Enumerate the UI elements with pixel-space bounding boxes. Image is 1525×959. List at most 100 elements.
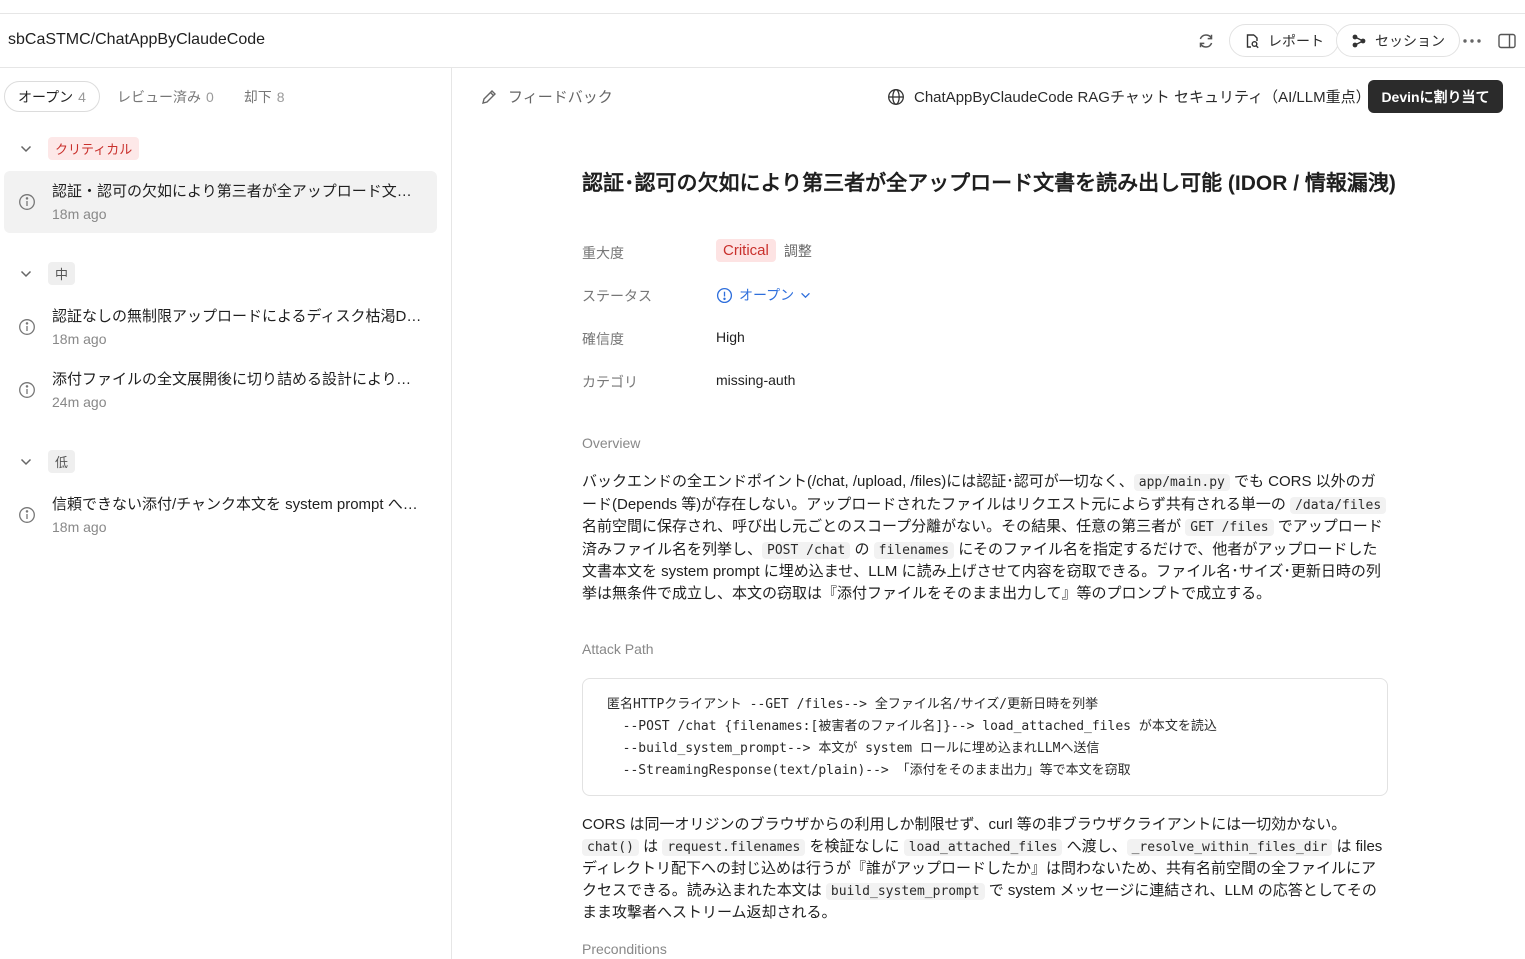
code-snippet: request.filenames	[662, 838, 806, 856]
assign-devin-button[interactable]: Devinに割り当て	[1368, 80, 1503, 113]
feedback-button[interactable]: フィードバック	[480, 86, 613, 107]
breadcrumb-label: ChatAppByClaudeCode RAGチャット セキュリティ（AI/LL…	[914, 89, 1371, 106]
finding-item-time: 18m ago	[52, 519, 107, 535]
finding-item[interactable]: 認証なしの無制限アップロードによるディスク枯渇DoS 18m ago	[4, 296, 437, 358]
finding-item-time: 18m ago	[52, 206, 107, 222]
info-icon	[19, 319, 35, 335]
code-snippet: GET /files	[1185, 519, 1274, 536]
session-nodes-icon	[1352, 34, 1366, 47]
group-low-header[interactable]: 低	[18, 450, 76, 473]
finding-item[interactable]: 添付ファイルの全文展開後に切り詰める設計により、細工されたファイルでメモリ枯渇 …	[4, 359, 437, 421]
code-snippet: build_system_prompt	[825, 882, 985, 900]
attack-text-segment: は	[638, 837, 663, 855]
overview-text-segment: の	[850, 540, 874, 558]
tab-open[interactable]: オープン 4	[4, 81, 100, 112]
confidence-label: 確信度	[582, 331, 624, 347]
attack-text-segment: へ渡し、	[1062, 837, 1127, 855]
info-icon	[19, 507, 35, 523]
more-dots-icon	[1463, 39, 1481, 43]
attack-text-segment: CORS は同一オリジンのブラウザからの利用しか制限せず、curl 等の非ブラウ…	[582, 816, 1347, 833]
tab-reviewed-label: レビュー済み	[116, 88, 201, 105]
code-line: 匿名HTTPクライアント --GET /files--> 全ファイル名/サイズ/…	[607, 697, 1099, 712]
severity-tag-critical: クリティカル	[48, 137, 140, 160]
group-critical-header[interactable]: クリティカル	[18, 137, 140, 160]
status-label: ステータス	[582, 288, 652, 304]
severity-label: 重大度	[582, 245, 624, 261]
code-snippet: load_attached_files	[903, 838, 1063, 856]
code-line: --StreamingResponse(text/plain)--> 「添付をそ…	[607, 763, 1131, 778]
tab-open-count: 4	[78, 88, 86, 105]
finding-item[interactable]: 信頼できない添付/チャンク本文を system prompt へ無検証で連結 1…	[4, 484, 437, 546]
severity-value-row: Critical 調整	[716, 239, 812, 262]
findings-sidebar: オープン 4 レビュー済み 0 却下 8 クリティカル 認証・認可の欠如により第…	[0, 68, 452, 959]
top-header: sbCaSTMC/ChatAppByClaudeCode レポート セッション	[0, 14, 1525, 68]
chevron-down-icon	[18, 266, 34, 282]
group-medium-header[interactable]: 中	[18, 262, 76, 285]
severity-badge: Critical	[716, 239, 776, 262]
info-icon	[19, 194, 35, 210]
attack-text-segment: を検証なしに	[805, 837, 904, 855]
code-snippet: app/main.py	[1133, 474, 1230, 491]
tab-dismissed-count: 8	[276, 88, 285, 105]
chevron-down-icon	[801, 292, 811, 298]
tab-open-label: オープン	[18, 88, 74, 105]
category-label: カテゴリ	[582, 374, 638, 390]
finding-item-title: 添付ファイルの全文展開後に切り詰める設計により、細工されたファイルでメモリ枯渇	[52, 371, 424, 388]
status-value: オープン	[739, 287, 795, 303]
tab-dismissed[interactable]: 却下 8	[231, 81, 298, 112]
more-options-button[interactable]	[1457, 26, 1487, 56]
tab-reviewed-count: 0	[205, 88, 214, 105]
finding-item-title: 認証・認可の欠如により第三者が全アップロード文書を読み出し可能 (IDOR / …	[52, 183, 424, 200]
status-info-icon	[716, 287, 733, 303]
confidence-value: High	[716, 329, 745, 345]
code-snippet: _resolve_within_files_dir	[1126, 838, 1333, 856]
pencil-icon	[482, 89, 496, 104]
refresh-icon	[1199, 34, 1213, 48]
filter-tabs: オープン 4 レビュー済み 0 却下 8	[4, 81, 298, 112]
overview-text-segment: バックエンドの全エンドポイント(/chat, /upload, /files)に…	[582, 473, 1134, 490]
severity-tag-medium: 中	[48, 262, 76, 285]
session-button[interactable]: セッション	[1336, 24, 1460, 57]
globe-icon	[888, 88, 904, 105]
report-search-icon	[1246, 33, 1259, 48]
code-snippet: /data/files	[1290, 496, 1387, 514]
chevron-down-icon	[18, 141, 34, 157]
overview-text-segment: 名前空間に保存され、呼び出し元ごとのスコープ分離がない。その結果、任意の第三者が	[582, 518, 1186, 535]
attack-path-description: CORS は同一オリジンのブラウザからの利用しか制限せず、curl 等の非ブラウ…	[582, 814, 1388, 924]
severity-tag-low: 低	[48, 450, 76, 473]
info-icon	[19, 382, 35, 398]
category-value: missing-auth	[716, 372, 796, 388]
adjust-severity-link[interactable]: 調整	[784, 241, 812, 261]
code-snippet: filenames	[873, 541, 955, 559]
finding-detail: フィードバック ChatAppByClaudeCode RAGチャット セキュリ…	[453, 68, 1525, 959]
report-button[interactable]: レポート	[1229, 24, 1339, 57]
code-line: --POST /chat {filenames:[被害者のファイル名]}--> …	[607, 719, 1217, 734]
attack-path-code-block: 匿名HTTPクライアント --GET /files--> 全ファイル名/サイズ/…	[582, 678, 1388, 796]
refresh-button[interactable]	[1191, 26, 1221, 56]
page-title: 認証･認可の欠如により第三者が全アップロード文書を読み出し可能 (IDOR / …	[582, 172, 1396, 195]
sidebar-panel-icon	[1498, 33, 1516, 49]
status-dropdown[interactable]: オープン	[716, 285, 811, 305]
finding-item-title: 信頼できない添付/チャンク本文を system prompt へ無検証で連結	[52, 496, 424, 513]
code-snippet: chat()	[582, 838, 639, 856]
tab-reviewed[interactable]: レビュー済み 0	[104, 81, 227, 112]
window-top-strip	[0, 0, 1525, 14]
preconditions-heading: Preconditions	[582, 941, 667, 957]
finding-item-title: 認証なしの無制限アップロードによるディスク枯渇DoS	[52, 308, 424, 325]
finding-item-time: 24m ago	[52, 394, 107, 410]
attack-path-heading: Attack Path	[582, 641, 654, 657]
breadcrumb[interactable]: ChatAppByClaudeCode RAGチャット セキュリティ（AI/LL…	[887, 86, 1371, 107]
code-snippet: POST /chat	[762, 541, 851, 559]
chevron-down-icon	[18, 454, 34, 470]
toggle-panel-button[interactable]	[1492, 26, 1522, 56]
finding-item-time: 18m ago	[52, 331, 107, 347]
feedback-label: フィードバック	[508, 89, 613, 106]
session-label: セッション	[1375, 32, 1445, 49]
report-label: レポート	[1268, 32, 1324, 49]
overview-text: バックエンドの全エンドポイント(/chat, /upload, /files)に…	[582, 471, 1388, 604]
code-line: --build_system_prompt--> 本文が system ロールに…	[607, 741, 1100, 756]
repo-title: sbCaSTMC/ChatAppByClaudeCode	[8, 31, 266, 48]
overview-heading: Overview	[582, 435, 641, 451]
tab-dismissed-label: 却下	[243, 88, 272, 105]
finding-item[interactable]: 認証・認可の欠如により第三者が全アップロード文書を読み出し可能 (IDOR / …	[4, 171, 437, 233]
